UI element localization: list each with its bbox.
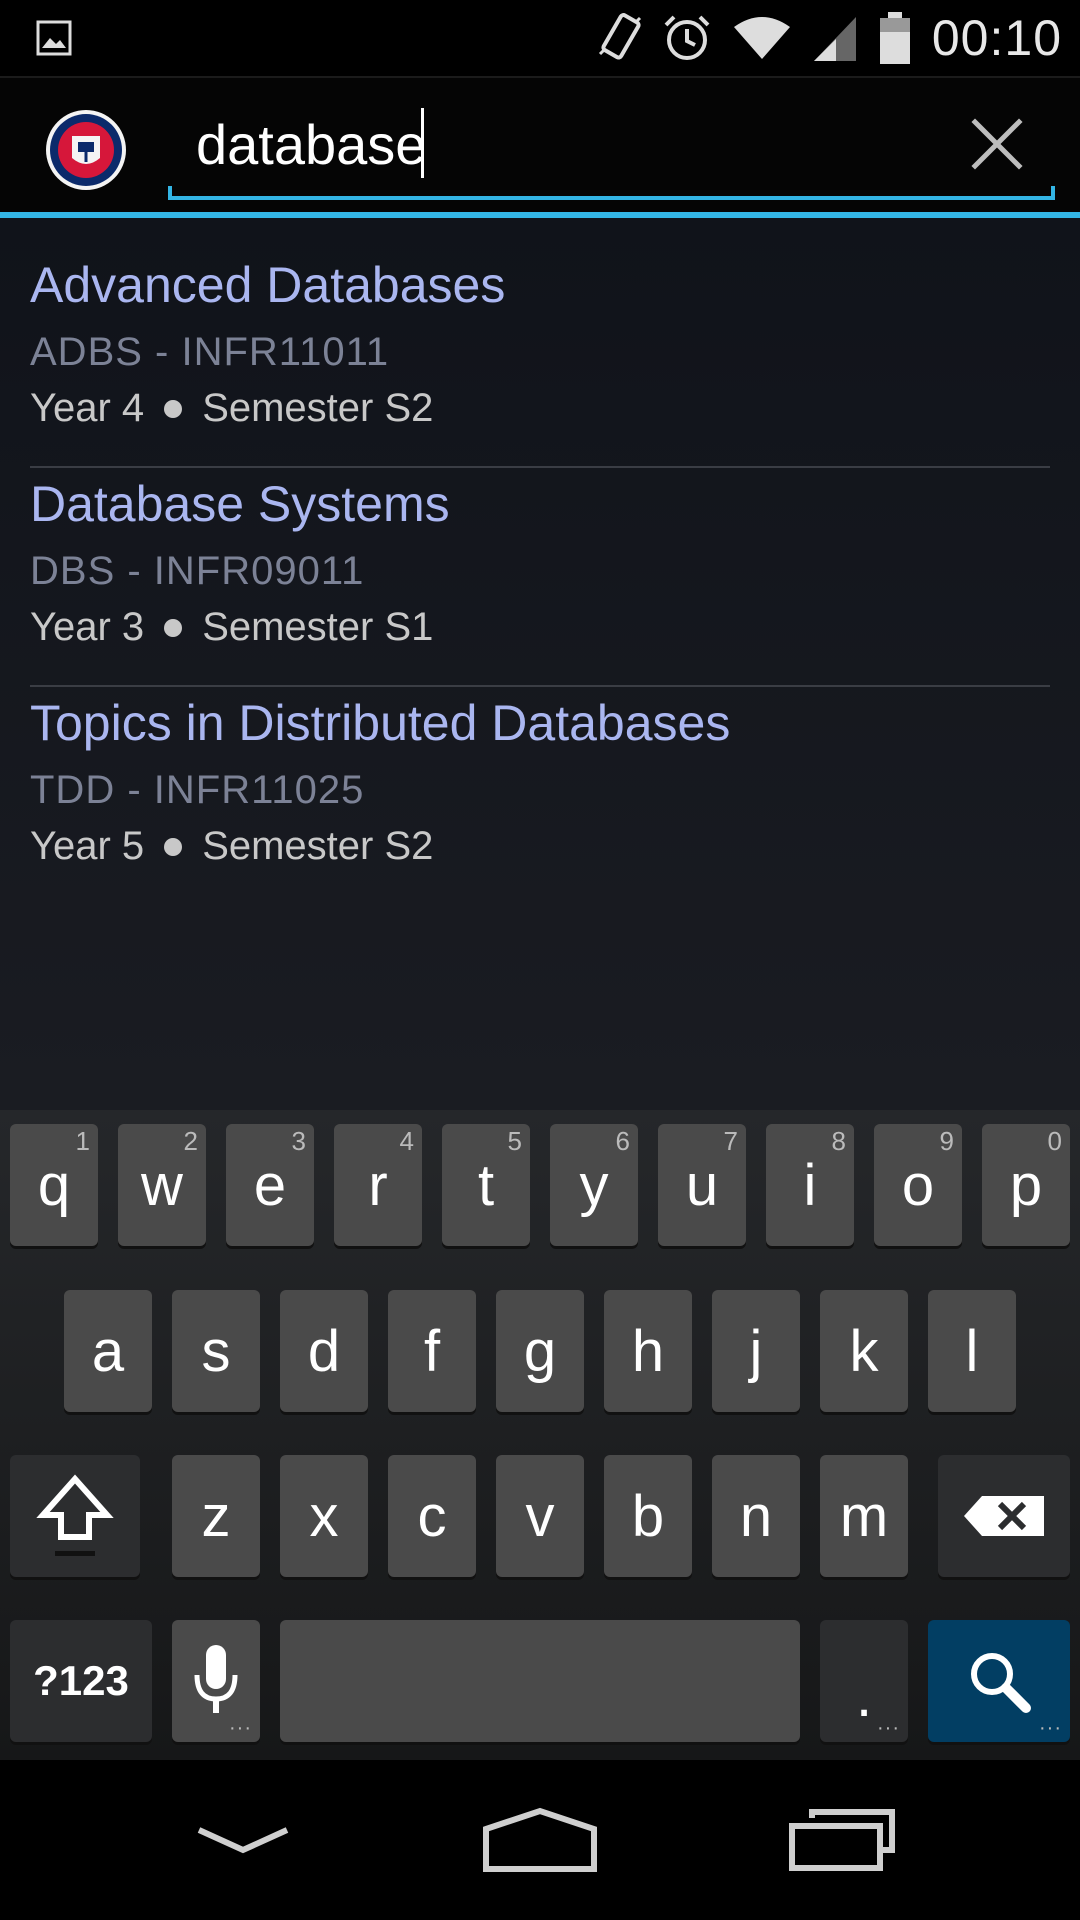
status-icons: 00:10 xyxy=(598,0,1062,76)
voice-input-key[interactable]: ··· xyxy=(172,1620,260,1742)
course-year: Year 4 xyxy=(30,386,145,430)
key-e[interactable]: e3 xyxy=(226,1124,314,1246)
course-title: Advanced Databases xyxy=(30,257,506,313)
key-f[interactable]: f xyxy=(388,1290,476,1412)
key-u[interactable]: u7 xyxy=(658,1124,746,1246)
cell-signal-icon xyxy=(813,17,856,61)
key-m[interactable]: m xyxy=(820,1455,908,1577)
back-button[interactable] xyxy=(178,1790,308,1890)
course-meta: Year 4 Semester S2 xyxy=(30,386,433,431)
key-k[interactable]: k xyxy=(820,1290,908,1412)
action-bar xyxy=(0,76,1080,218)
back-icon xyxy=(197,1827,289,1854)
key-q[interactable]: q1 xyxy=(10,1124,98,1246)
key-p[interactable]: p0 xyxy=(982,1124,1070,1246)
key-v[interactable]: v xyxy=(496,1455,584,1577)
key-o[interactable]: o9 xyxy=(874,1124,962,1246)
key-b[interactable]: b xyxy=(604,1455,692,1577)
backspace-key[interactable] xyxy=(938,1455,1070,1577)
recent-apps-icon xyxy=(789,1809,895,1871)
soft-keyboard: q1 w2 e3 r4 t5 y6 u7 i8 o9 p0 a s d f g … xyxy=(0,1110,1080,1760)
backspace-icon xyxy=(964,1496,1044,1536)
search-key[interactable]: ··· xyxy=(928,1620,1070,1742)
course-title: Database Systems xyxy=(30,476,450,532)
course-year: Year 3 xyxy=(30,605,145,649)
shift-icon xyxy=(36,1474,114,1556)
key-w[interactable]: w2 xyxy=(118,1124,206,1246)
key-x[interactable]: x xyxy=(280,1455,368,1577)
alarm-icon xyxy=(664,15,710,60)
period-key[interactable]: . ··· xyxy=(820,1620,908,1742)
key-n[interactable]: n xyxy=(712,1455,800,1577)
list-item[interactable]: Topics in Distributed Databases TDD - IN… xyxy=(30,656,1050,874)
image-notification-icon xyxy=(36,20,72,56)
course-code: DBS - INFR09011 xyxy=(30,549,365,593)
key-g[interactable]: g xyxy=(496,1290,584,1412)
key-d[interactable]: d xyxy=(280,1290,368,1412)
search-icon xyxy=(971,1653,1031,1713)
search-field[interactable] xyxy=(168,96,1055,200)
key-a[interactable]: a xyxy=(64,1290,152,1412)
space-key[interactable] xyxy=(280,1620,800,1742)
search-input[interactable] xyxy=(196,104,956,184)
course-meta: Year 3 Semester S1 xyxy=(30,605,433,650)
key-y[interactable]: y6 xyxy=(550,1124,638,1246)
course-year: Year 5 xyxy=(30,824,145,868)
text-caret xyxy=(421,108,424,178)
bullet-dot xyxy=(164,837,183,856)
key-i[interactable]: i8 xyxy=(766,1124,854,1246)
search-results-list: Advanced Databases ADBS - INFR11011 Year… xyxy=(0,218,1080,1110)
key-s[interactable]: s xyxy=(172,1290,260,1412)
microphone-icon xyxy=(194,1645,238,1713)
list-item[interactable]: Advanced Databases ADBS - INFR11011 Year… xyxy=(30,218,1050,436)
course-code: TDD - INFR11025 xyxy=(30,768,365,812)
vibrate-icon xyxy=(598,13,641,60)
home-button[interactable] xyxy=(475,1790,605,1890)
course-code: ADBS - INFR11011 xyxy=(30,330,390,374)
key-h[interactable]: h xyxy=(604,1290,692,1412)
shift-key[interactable] xyxy=(10,1455,140,1577)
home-icon xyxy=(483,1807,597,1872)
list-item[interactable]: Database Systems DBS - INFR09011 Year 3 … xyxy=(30,437,1050,655)
course-title: Topics in Distributed Databases xyxy=(30,695,731,751)
key-t[interactable]: t5 xyxy=(442,1124,530,1246)
key-r[interactable]: r4 xyxy=(334,1124,422,1246)
course-semester: Semester S1 xyxy=(202,605,434,649)
recent-apps-button[interactable] xyxy=(778,1790,908,1890)
key-j[interactable]: j xyxy=(712,1290,800,1412)
close-icon[interactable] xyxy=(967,114,1027,174)
clock: 00:10 xyxy=(931,10,1062,66)
course-semester: Semester S2 xyxy=(202,386,434,430)
navigation-bar xyxy=(0,1760,1080,1920)
key-l[interactable]: l xyxy=(928,1290,1016,1412)
key-c[interactable]: c xyxy=(388,1455,476,1577)
wifi-icon xyxy=(733,17,790,59)
battery-icon xyxy=(879,12,910,64)
bullet-dot xyxy=(164,399,183,418)
university-crest-logo[interactable] xyxy=(44,108,128,192)
key-z[interactable]: z xyxy=(172,1455,260,1577)
course-meta: Year 5 Semester S2 xyxy=(30,824,433,869)
course-semester: Semester S2 xyxy=(202,824,434,868)
symbols-key[interactable]: ?123 xyxy=(10,1620,152,1742)
bullet-dot xyxy=(164,618,183,637)
status-bar: 00:10 xyxy=(0,0,1080,76)
